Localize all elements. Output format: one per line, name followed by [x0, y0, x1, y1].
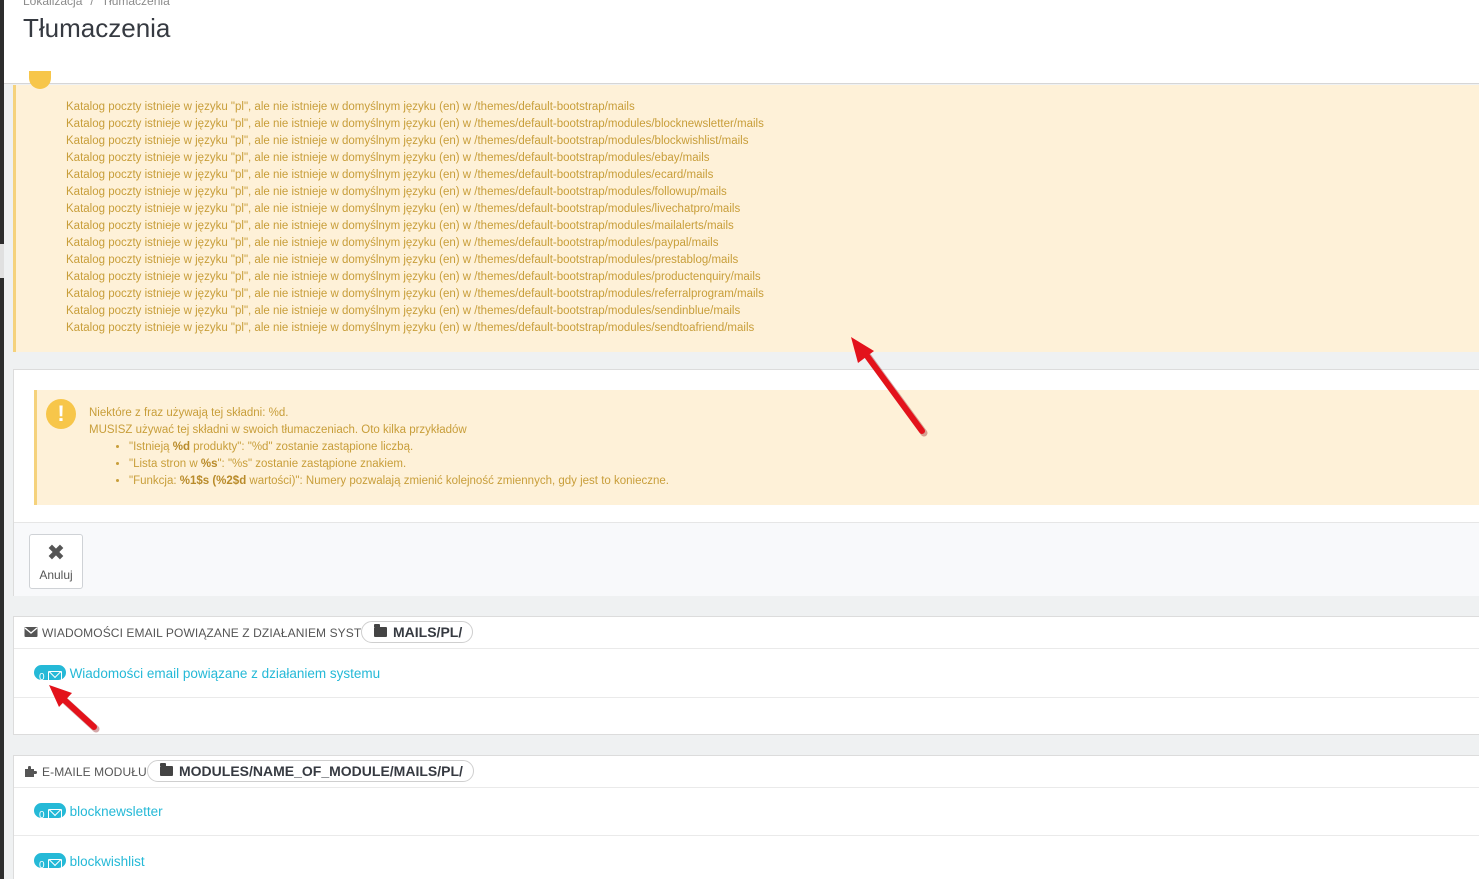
warning-item: Katalog poczty istnieje w języku "pl", a…	[66, 203, 741, 215]
warning-item: Katalog poczty istnieje w języku "pl", a…	[66, 237, 719, 249]
panel-title: WIADOMOŚCI EMAIL POWIĄZANE Z DZIAŁANIEM …	[42, 626, 389, 640]
page-header: Lokalizacja / Tłumaczenia Tłumaczenia	[4, 0, 1479, 84]
warning-item: Katalog poczty istnieje w języku "pl", a…	[66, 186, 727, 198]
exclamation-icon: !	[46, 399, 76, 429]
envelope-icon	[47, 809, 62, 819]
list-item[interactable]: 0 blocknewsletter	[34, 801, 163, 821]
panel-heading: WIADOMOŚCI EMAIL POWIĄZANE Z DZIAŁANIEM …	[14, 617, 1479, 649]
warning-item: Katalog poczty istnieje w języku "pl", a…	[66, 288, 764, 300]
warning-list: Katalog poczty istnieje w języku "pl", a…	[66, 99, 764, 337]
info-line: MUSISZ używać tej składni w swoich tłuma…	[89, 424, 467, 436]
warning-item: Katalog poczty istnieje w języku "pl", a…	[66, 305, 741, 317]
syntax-info-alert: ! Niektóre z fraz używają tej składni: %…	[34, 390, 1479, 505]
warning-item: Katalog poczty istnieje w języku "pl", a…	[66, 271, 761, 283]
breadcrumb: Lokalizacja / Tłumaczenia	[23, 0, 170, 8]
folder-icon	[374, 624, 387, 637]
example-item: "Istnieją %d produkty": "%d" zostanie za…	[129, 439, 669, 456]
warning-item: Katalog poczty istnieje w języku "pl", a…	[66, 101, 635, 113]
mail-directory-warnings: Katalog poczty istnieje w języku "pl", a…	[13, 71, 1479, 352]
mail-count-badge: 0	[34, 803, 66, 821]
puzzle-icon	[25, 766, 37, 777]
cancel-button[interactable]: ✖ Anuluj	[29, 534, 83, 589]
warning-item: Katalog poczty istnieje w języku "pl", a…	[66, 169, 714, 181]
warning-item: Katalog poczty istnieje w języku "pl", a…	[66, 220, 734, 232]
warning-item: Katalog poczty istnieje w języku "pl", a…	[66, 254, 739, 266]
warning-item: Katalog poczty istnieje w języku "pl", a…	[66, 152, 710, 164]
example-item: "Funkcja: %1$s (%2$d wartości)": Numery …	[129, 473, 669, 490]
example-item: "Lista stron w %s": "%s" zostanie zastąp…	[129, 456, 669, 473]
system-emails-panel: WIADOMOŚCI EMAIL POWIĄZANE Z DZIAŁANIEM …	[13, 616, 1479, 735]
info-line: Niektóre z fraz używają tej składni: %d.	[89, 407, 289, 419]
list-item[interactable]: 0 blockwishlist	[34, 851, 145, 871]
sidebar-edge	[0, 0, 4, 879]
breadcrumb-parent[interactable]: Lokalizacja	[23, 0, 82, 8]
list-item[interactable]: 0 Wiadomości email powiązane z działaniem…	[34, 663, 380, 683]
breadcrumb-current: Tłumaczenia	[101, 0, 170, 8]
translation-syntax-panel: ! Niektóre z fraz używają tej składni: %…	[13, 369, 1479, 596]
module-mail-link[interactable]: blockwishlist	[70, 854, 145, 869]
envelope-icon	[24, 627, 38, 637]
panel-footer: ✖ Anuluj	[14, 522, 1479, 596]
path-badge: MODULES/NAME_OF_MODULE/MAILS/PL/	[147, 760, 474, 782]
cancel-label: Anuluj	[39, 568, 73, 582]
page-title: Tłumaczenia	[23, 13, 171, 43]
divider	[14, 835, 1479, 836]
envelope-icon	[47, 859, 62, 869]
path-badge: MAILS/PL/	[361, 621, 474, 643]
panel-title: E-MAILE MODUŁU	[42, 765, 147, 779]
envelope-icon	[47, 671, 62, 681]
module-mail-link[interactable]: blocknewsletter	[70, 804, 163, 819]
folder-icon	[160, 763, 173, 776]
module-emails-panel: E-MAILE MODUŁU MODULES/NAME_OF_MODULE/MA…	[13, 755, 1479, 879]
warning-icon	[29, 71, 51, 89]
warning-item: Katalog poczty istnieje w języku "pl", a…	[66, 322, 755, 334]
close-icon: ✖	[46, 541, 66, 566]
panel-heading: E-MAILE MODUŁU MODULES/NAME_OF_MODULE/MA…	[14, 756, 1479, 788]
mail-count-badge: 0	[34, 853, 66, 871]
divider	[14, 697, 1479, 698]
mail-group-link[interactable]: Wiadomości email powiązane z działaniem …	[70, 666, 381, 681]
warning-item: Katalog poczty istnieje w języku "pl", a…	[66, 118, 764, 130]
warning-item: Katalog poczty istnieje w języku "pl", a…	[66, 135, 749, 147]
mail-count-badge: 0	[34, 665, 66, 683]
breadcrumb-separator: /	[90, 0, 94, 8]
